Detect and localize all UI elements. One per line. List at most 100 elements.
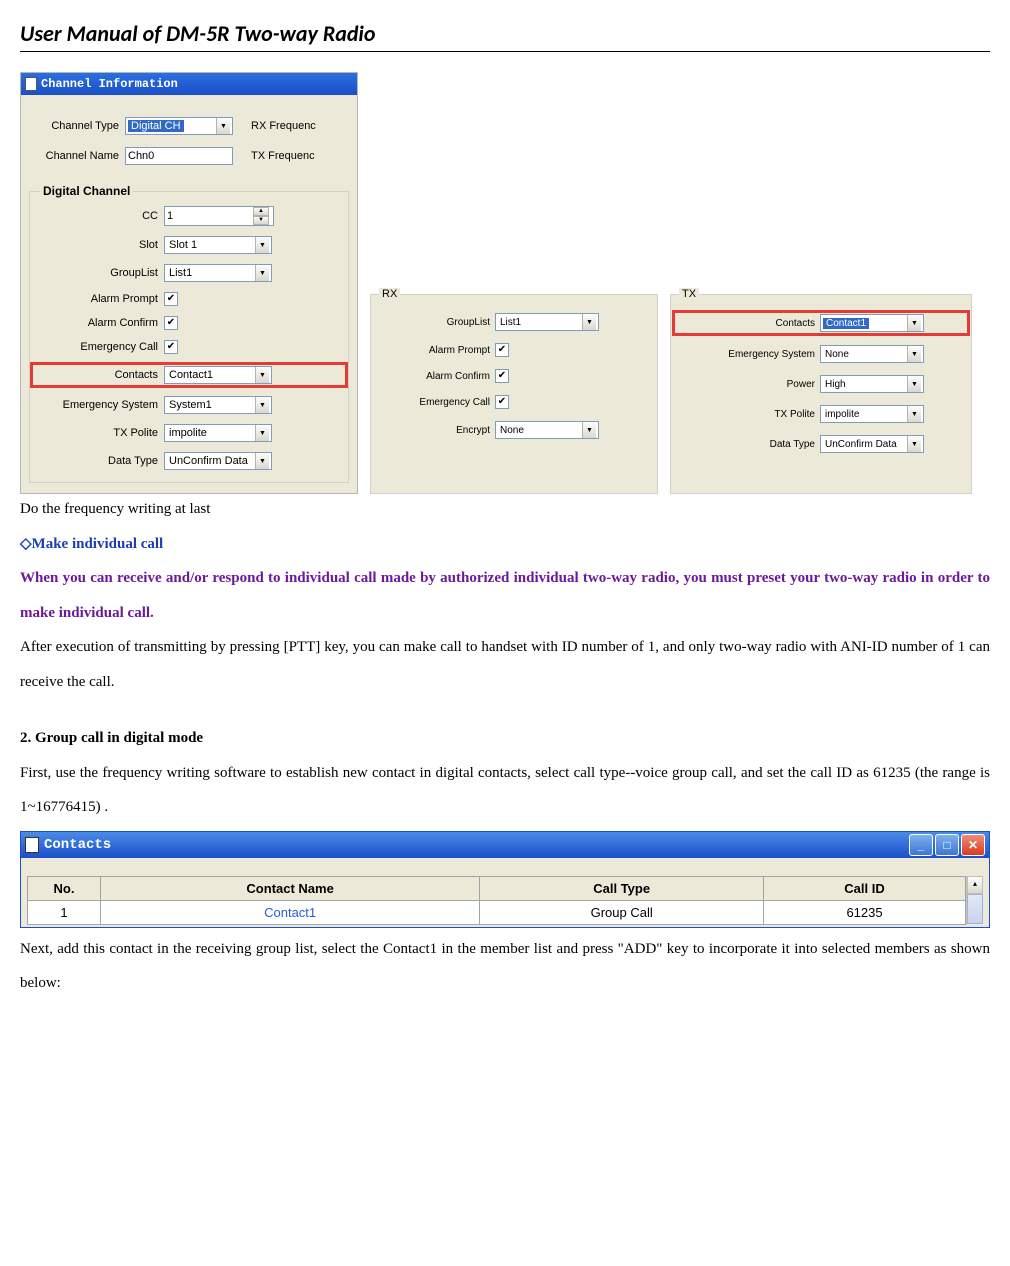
window-titlebar: Channel Information bbox=[21, 73, 357, 95]
channel-name-label: Channel Name bbox=[27, 150, 125, 162]
close-button[interactable]: ✕ bbox=[961, 834, 985, 856]
channel-type-select[interactable]: Digital CH▼ bbox=[125, 117, 233, 135]
chevron-down-icon: ▼ bbox=[907, 436, 921, 452]
body-para: Next, add this contact in the receiving … bbox=[20, 932, 990, 1001]
maximize-button[interactable]: □ bbox=[935, 834, 959, 856]
emergency-system-select[interactable]: System1▼ bbox=[164, 396, 272, 414]
rx-alarm-prompt-checkbox[interactable]: ✔ bbox=[495, 343, 509, 357]
chevron-down-icon: ▼ bbox=[255, 265, 269, 281]
channel-info-window: Channel Information Channel Type Digital… bbox=[20, 72, 358, 494]
data-type-label: Data Type bbox=[32, 455, 164, 467]
slot-label: Slot bbox=[32, 239, 164, 251]
scrollbar[interactable]: ▴ bbox=[966, 876, 983, 925]
chevron-down-icon: ▼ bbox=[255, 237, 269, 253]
spin-down-icon[interactable]: ▼ bbox=[253, 216, 269, 225]
table-row[interactable]: 1 Contact1 Group Call 61235 bbox=[28, 900, 966, 924]
rx-emergency-call-checkbox[interactable]: ✔ bbox=[495, 395, 509, 409]
minimize-button[interactable]: _ bbox=[909, 834, 933, 856]
rx-alarm-confirm-label: Alarm Confirm bbox=[375, 371, 495, 382]
tx-data-type-label: Data Type bbox=[675, 439, 820, 450]
chevron-down-icon: ▼ bbox=[255, 367, 269, 383]
col-contact-name: Contact Name bbox=[101, 876, 480, 900]
chevron-down-icon: ▼ bbox=[255, 397, 269, 413]
channel-type-label: Channel Type bbox=[27, 120, 125, 132]
rx-groupbox: RX GroupList List1▼ Alarm Prompt ✔ Alarm… bbox=[370, 294, 658, 494]
doc-title: User Manual of DM-5R Two-way Radio bbox=[20, 20, 990, 52]
tx-data-type-select[interactable]: UnConfirm Data▼ bbox=[820, 435, 924, 453]
scroll-thumb[interactable] bbox=[967, 894, 983, 924]
body-para: First, use the frequency writing softwar… bbox=[20, 756, 990, 825]
group-call-heading: 2. Group call in digital mode bbox=[20, 721, 990, 756]
cell-no: 1 bbox=[28, 900, 101, 924]
emergency-call-label: Emergency Call bbox=[32, 341, 164, 353]
cc-spinner[interactable]: ▲▼ bbox=[164, 206, 274, 226]
chevron-down-icon: ▼ bbox=[216, 118, 230, 134]
data-type-select[interactable]: UnConfirm Data▼ bbox=[164, 452, 272, 470]
contacts-table: No. Contact Name Call Type Call ID 1 Con… bbox=[27, 876, 966, 925]
tx-polite-select[interactable]: impolite▼ bbox=[164, 424, 272, 442]
emergency-call-checkbox[interactable]: ✔ bbox=[164, 340, 178, 354]
spin-up-icon[interactable]: ▲ bbox=[253, 207, 269, 216]
alarm-prompt-label: Alarm Prompt bbox=[32, 293, 164, 305]
rx-grouplist-label: GroupList bbox=[375, 317, 495, 328]
rx-alarm-confirm-checkbox[interactable]: ✔ bbox=[495, 369, 509, 383]
make-individual-call-heading: ◇Make individual call bbox=[20, 527, 990, 562]
window-title: Channel Information bbox=[41, 77, 178, 91]
contacts-title: Contacts bbox=[44, 837, 111, 853]
cell-call-type: Group Call bbox=[480, 900, 764, 924]
tx-contacts-row-highlight: Contacts Contact1▼ bbox=[675, 313, 967, 333]
col-call-id: Call ID bbox=[764, 876, 966, 900]
rx-emergency-call-label: Emergency Call bbox=[375, 397, 495, 408]
tx-freq-label: TX Frequenc bbox=[251, 150, 315, 162]
app-icon bbox=[25, 77, 37, 91]
preset-note: When you can receive and/or respond to i… bbox=[20, 561, 990, 630]
chevron-down-icon: ▼ bbox=[255, 453, 269, 469]
rx-encrypt-label: Encrypt bbox=[375, 425, 495, 436]
alarm-confirm-label: Alarm Confirm bbox=[32, 317, 164, 329]
chevron-down-icon: ▼ bbox=[907, 406, 921, 422]
grouplist-label: GroupList bbox=[32, 267, 164, 279]
body-para: After execution of transmitting by press… bbox=[20, 630, 990, 699]
tx-groupbox: TX Contacts Contact1▼ Emergency System N… bbox=[670, 294, 972, 494]
emergency-system-label: Emergency System bbox=[32, 399, 164, 411]
contacts-select[interactable]: Contact1▼ bbox=[164, 366, 272, 384]
tx-contacts-select[interactable]: Contact1▼ bbox=[820, 314, 924, 332]
digital-channel-fieldset: Digital Channel CC ▲▼ Slot Slot 1▼ Group… bbox=[29, 191, 349, 483]
channel-name-input[interactable]: Chn0 bbox=[125, 147, 233, 165]
chevron-down-icon: ▼ bbox=[907, 315, 921, 331]
cell-call-id: 61235 bbox=[764, 900, 966, 924]
slot-select[interactable]: Slot 1▼ bbox=[164, 236, 272, 254]
rx-grouplist-select[interactable]: List1▼ bbox=[495, 313, 599, 331]
rx-encrypt-select[interactable]: None▼ bbox=[495, 421, 599, 439]
rx-alarm-prompt-label: Alarm Prompt bbox=[375, 345, 495, 356]
chevron-down-icon: ▼ bbox=[582, 422, 596, 438]
cell-contact-name: Contact1 bbox=[101, 900, 480, 924]
tx-emergency-system-select[interactable]: None▼ bbox=[820, 345, 924, 363]
body-line: Do the frequency writing at last bbox=[20, 492, 990, 527]
grouplist-select[interactable]: List1▼ bbox=[164, 264, 272, 282]
tx-power-select[interactable]: High▼ bbox=[820, 375, 924, 393]
cc-label: CC bbox=[32, 210, 164, 222]
alarm-prompt-checkbox[interactable]: ✔ bbox=[164, 292, 178, 306]
tx-polite-select2[interactable]: impolite▼ bbox=[820, 405, 924, 423]
tx-emergency-system-label: Emergency System bbox=[675, 349, 820, 360]
contacts-label: Contacts bbox=[32, 369, 164, 381]
contacts-titlebar: Contacts _ □ ✕ bbox=[21, 832, 989, 858]
fieldset-legend: Digital Channel bbox=[40, 184, 133, 198]
tx-contacts-label: Contacts bbox=[675, 318, 820, 329]
table-header-row: No. Contact Name Call Type Call ID bbox=[28, 876, 966, 900]
rx-freq-label: RX Frequenc bbox=[251, 120, 316, 132]
chevron-down-icon: ▼ bbox=[907, 346, 921, 362]
tx-power-label: Power bbox=[675, 379, 820, 390]
tx-polite-label2: TX Polite bbox=[675, 409, 820, 420]
chevron-down-icon: ▼ bbox=[907, 376, 921, 392]
col-no: No. bbox=[28, 876, 101, 900]
col-call-type: Call Type bbox=[480, 876, 764, 900]
tx-legend: TX bbox=[679, 288, 699, 300]
tx-polite-label: TX Polite bbox=[32, 427, 164, 439]
contacts-window: Contacts _ □ ✕ No. Contact Name Call Typ… bbox=[20, 831, 990, 928]
alarm-confirm-checkbox[interactable]: ✔ bbox=[164, 316, 178, 330]
rx-legend: RX bbox=[379, 288, 400, 300]
scroll-up-icon[interactable]: ▴ bbox=[967, 876, 983, 894]
app-icon bbox=[25, 837, 39, 853]
